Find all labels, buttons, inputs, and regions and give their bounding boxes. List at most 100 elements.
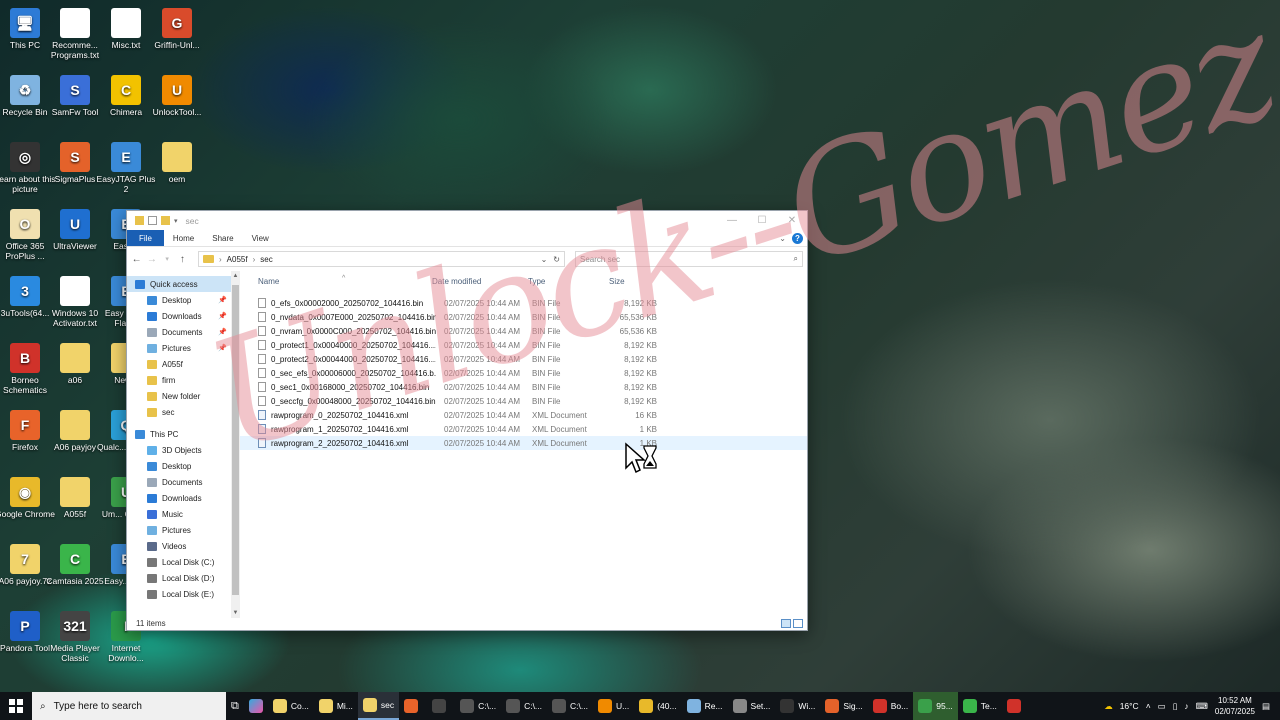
taskbar-app-button[interactable]: Co... [268, 692, 314, 720]
nav-item-pc[interactable]: Desktop [127, 458, 231, 474]
battery-icon[interactable]: ▯ [1173, 701, 1178, 712]
tab-home[interactable]: Home [164, 230, 203, 246]
nav-item-qa[interactable]: Pictures 📌 [127, 340, 231, 356]
minimize-button[interactable]: — [717, 211, 747, 230]
taskbar-app-button[interactable] [427, 692, 455, 720]
nav-item-pc[interactable]: Documents [127, 474, 231, 490]
tab-share[interactable]: Share [203, 230, 242, 246]
nav-item-qa[interactable]: A055f [127, 356, 231, 372]
copilot-button[interactable] [244, 692, 268, 720]
taskbar-app-button[interactable]: sec [357, 692, 400, 720]
help-icon[interactable]: ? [792, 232, 803, 244]
close-button[interactable]: ✕ [777, 211, 807, 230]
nav-item-qa[interactable]: Desktop 📌 [127, 292, 231, 308]
weather-temp[interactable]: 16°C [1120, 701, 1139, 711]
back-icon[interactable]: ← [131, 254, 142, 265]
address-dropdown-icon[interactable]: ⌄ [541, 255, 548, 264]
refresh-icon[interactable]: ↻ [553, 255, 560, 264]
taskbar-app-button[interactable]: (40... [634, 692, 681, 720]
details-view-icon[interactable] [781, 618, 791, 628]
nav-item-pc[interactable]: Downloads [127, 490, 231, 506]
nav-item-pc[interactable]: Music [127, 506, 231, 522]
scroll-up-icon[interactable]: ▲ [231, 273, 240, 279]
table-row[interactable]: 0_nvdata_0x0007E000_20250702_104416.bin 0… [240, 310, 807, 324]
notifications-icon[interactable]: ▤ [1262, 701, 1270, 712]
taskbar-app-button[interactable] [1002, 692, 1030, 720]
breadcrumb-sec[interactable]: sec [260, 255, 272, 264]
taskbar-app-button[interactable]: Re... [682, 692, 728, 720]
network-icon[interactable]: ▭ [1158, 701, 1166, 712]
recent-locations-icon[interactable]: ▾ [162, 255, 173, 263]
start-button[interactable] [0, 699, 32, 713]
tab-file[interactable]: File [127, 230, 164, 246]
large-icons-view-icon[interactable] [793, 618, 803, 628]
properties-icon[interactable] [148, 216, 157, 225]
up-icon[interactable]: ↑ [177, 254, 188, 265]
table-row[interactable]: rawprogram_2_20250702_104416.xml 02/07/20… [240, 436, 807, 450]
nav-item-pc[interactable]: Videos [127, 538, 231, 554]
taskbar-app-button[interactable]: C:\... [501, 692, 547, 720]
table-row[interactable]: 0_protect2_0x00044000_20250702_104416...… [240, 352, 807, 366]
language-icon[interactable]: ⌨ [1196, 701, 1208, 712]
nav-item-qa[interactable]: New folder [127, 388, 231, 404]
task-view-button[interactable]: ⧉ [226, 692, 244, 720]
column-type[interactable]: Type [528, 277, 609, 286]
table-row[interactable]: 0_nvram_0x0000C000_20250702_104416.bin 02… [240, 324, 807, 338]
title-bar[interactable]: ▾ sec — ☐ ✕ [127, 211, 807, 230]
nav-item-pc[interactable]: Local Disk (E:) [127, 586, 231, 602]
nav-quick-access[interactable]: Quick access [127, 276, 231, 292]
nav-scrollbar[interactable]: ▲ ▼ [231, 271, 240, 618]
column-date-modified[interactable]: Date modified [432, 277, 528, 286]
clock[interactable]: 10:52 AM 02/07/2025 [1215, 695, 1255, 717]
taskbar-app-button[interactable]: Sig... [820, 692, 867, 720]
file-list[interactable]: Name ^ Date modified Type Size 0_efs_0x00… [240, 271, 807, 618]
taskbar-app-button[interactable]: U... [593, 692, 634, 720]
nav-item-qa[interactable]: sec [127, 404, 231, 420]
volume-icon[interactable]: ♪ [1184, 701, 1188, 711]
table-row[interactable]: rawprogram_1_20250702_104416.xml 02/07/20… [240, 422, 807, 436]
nav-item-pc[interactable]: Local Disk (D:) [127, 570, 231, 586]
nav-item-pc[interactable]: Pictures [127, 522, 231, 538]
nav-item-qa[interactable]: Documents 📌 [127, 324, 231, 340]
taskbar-app-button[interactable]: Mi... [314, 692, 358, 720]
nav-this-pc[interactable]: This PC [127, 426, 231, 442]
taskbar-app-button[interactable]: C:\... [455, 692, 501, 720]
nav-item-qa[interactable]: firm [127, 372, 231, 388]
chevron-down-icon[interactable]: ▾ [174, 217, 178, 225]
desktop-icon[interactable]: U UnlockTool... [146, 75, 208, 117]
scrollbar-thumb[interactable] [232, 285, 239, 595]
column-name[interactable]: Name ^ [258, 275, 432, 286]
table-row[interactable]: 0_sec_efs_0x00006000_20250702_104416.b..… [240, 366, 807, 380]
forward-icon[interactable]: → [146, 254, 157, 265]
weather-icon[interactable]: ☁ [1104, 701, 1113, 712]
column-size[interactable]: Size [609, 277, 659, 286]
file-explorer-window[interactable]: ▾ sec — ☐ ✕ File Home Share View ⌄ ? ← →… [126, 210, 808, 631]
breadcrumb-a055f[interactable]: A055f [227, 255, 248, 264]
taskbar-app-button[interactable]: Bo... [868, 692, 913, 720]
taskbar-app-button[interactable]: Set... [728, 692, 776, 720]
new-folder-icon[interactable] [161, 216, 170, 225]
table-row[interactable]: 0_sec1_0x00168000_20250702_104416.bin 02/… [240, 380, 807, 394]
table-row[interactable]: 0_efs_0x00002000_20250702_104416.bin 02/0… [240, 296, 807, 310]
nav-item-pc[interactable]: Local Disk (C:) [127, 554, 231, 570]
taskbar-search-box[interactable]: ⌕ Type here to search [32, 692, 226, 720]
table-row[interactable]: 0_protect1_0x00040000_20250702_104416...… [240, 338, 807, 352]
expand-ribbon-icon[interactable]: ⌄ [779, 234, 786, 243]
search-input[interactable]: Search sec ⌕ [575, 251, 803, 267]
desktop-icon[interactable]: oem [146, 142, 208, 184]
taskbar-app-button[interactable]: 95... [913, 692, 958, 720]
taskbar-app-button[interactable]: Wi... [775, 692, 820, 720]
taskbar-app-button[interactable]: C:\... [547, 692, 593, 720]
navigation-pane[interactable]: Quick access Desktop 📌 Downloads 📌 Documents 📌… [127, 271, 231, 618]
taskbar-app-button[interactable]: Te... [958, 692, 1002, 720]
tray-overflow-icon[interactable]: ˄ [1146, 701, 1151, 711]
maximize-button[interactable]: ☐ [747, 211, 777, 230]
tab-view[interactable]: View [243, 230, 278, 246]
nav-item-qa[interactable]: Downloads 📌 [127, 308, 231, 324]
address-bar[interactable]: › A055f › sec ⌄ ↻ [198, 251, 565, 267]
desktop-icon[interactable]: G Griffin-Unl... [146, 8, 208, 50]
nav-item-pc[interactable]: 3D Objects [127, 442, 231, 458]
table-row[interactable]: 0_seccfg_0x00048000_20250702_104416.bin 0… [240, 394, 807, 408]
table-row[interactable]: rawprogram_0_20250702_104416.xml 02/07/20… [240, 408, 807, 422]
taskbar-app-button[interactable] [399, 692, 427, 720]
